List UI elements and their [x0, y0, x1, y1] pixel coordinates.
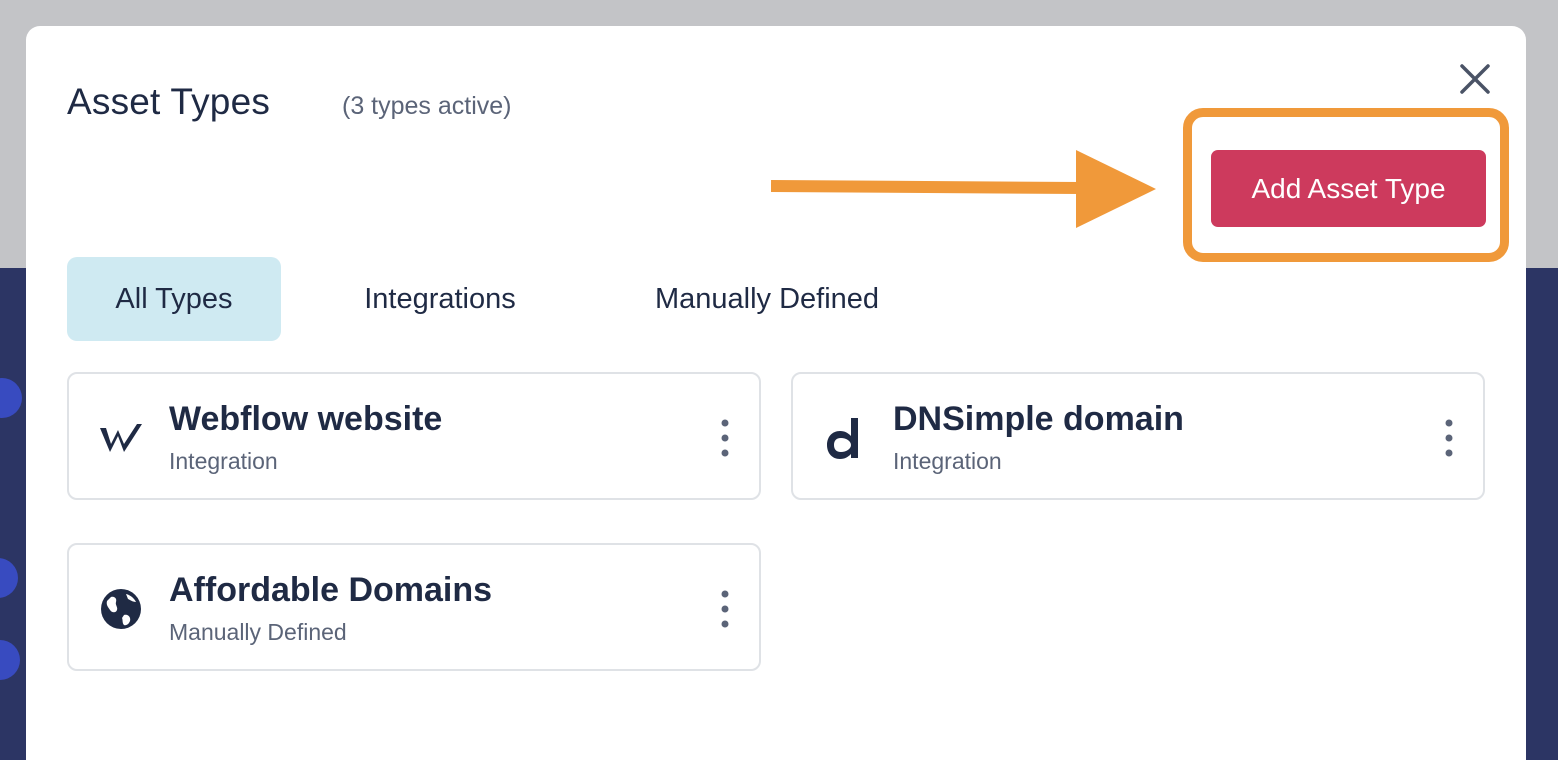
- add-asset-type-button[interactable]: Add Asset Type: [1211, 150, 1486, 227]
- webflow-logo-icon: [100, 424, 142, 452]
- tab-integrations[interactable]: Integrations: [315, 257, 565, 341]
- asset-type-kind: Integration: [169, 448, 278, 474]
- asset-type-name: Webflow website: [169, 400, 443, 438]
- asset-types-modal: Asset Types (3 types active) Add Asset T…: [26, 26, 1526, 760]
- globe-icon: [101, 589, 141, 629]
- asset-type-card-dnsimple[interactable]: DNSimple domain Integration: [791, 372, 1485, 500]
- background-decoration: [0, 558, 18, 598]
- asset-type-card-webflow[interactable]: Webflow website Integration: [67, 372, 761, 500]
- asset-type-card-affordable-domains[interactable]: Affordable Domains Manually Defined: [67, 543, 761, 671]
- annotation-arrow-icon: [771, 150, 1156, 228]
- modal-title: Asset Types: [67, 81, 271, 122]
- dnsimple-logo-icon: [827, 418, 858, 459]
- close-icon[interactable]: [1456, 60, 1494, 98]
- active-types-count: (3 types active): [342, 92, 512, 120]
- more-options-icon[interactable]: [717, 418, 733, 458]
- background-decoration: [0, 640, 20, 680]
- asset-type-kind: Manually Defined: [169, 619, 347, 645]
- background-decoration: [0, 378, 22, 418]
- tab-all-types[interactable]: All Types: [67, 257, 281, 341]
- more-options-icon[interactable]: [1441, 418, 1457, 458]
- more-options-icon[interactable]: [717, 589, 733, 629]
- asset-type-name: DNSimple domain: [893, 400, 1184, 438]
- tab-manually-defined[interactable]: Manually Defined: [607, 257, 927, 341]
- asset-type-name: Affordable Domains: [169, 571, 493, 609]
- asset-type-kind: Integration: [893, 448, 1002, 474]
